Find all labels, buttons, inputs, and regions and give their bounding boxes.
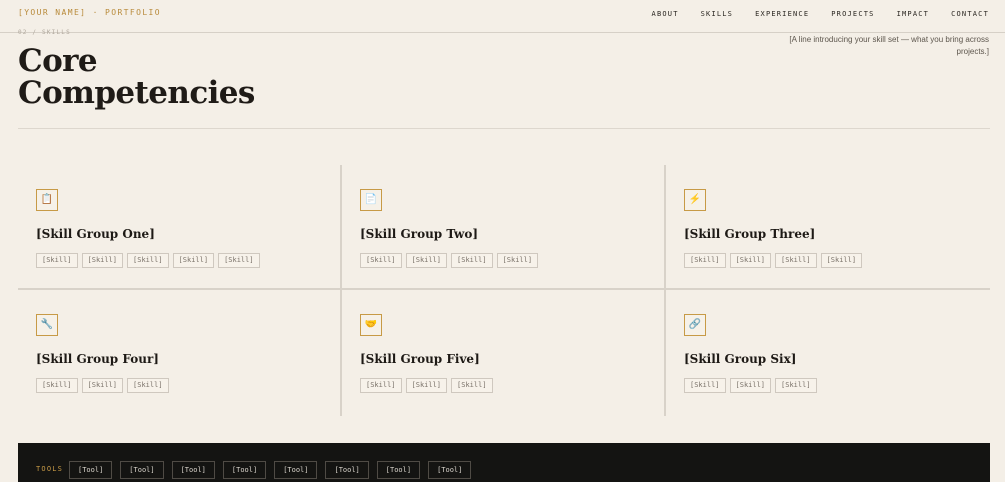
tool-chip: [Tool] [428, 461, 472, 479]
main-navigation: ABOUT SKILLS EXPERIENCE PROJECTS IMPACT … [652, 10, 989, 18]
skill-tag: [Skill] [775, 378, 817, 393]
skill-tag: [Skill] [36, 253, 78, 268]
skill-group-card: 🔧 [Skill Group Four] [Skill] [Skill] [Sk… [18, 290, 342, 416]
skill-group-title: [Skill Group Six] [684, 352, 797, 366]
skill-group-card: 📄 [Skill Group Two] [Skill] [Skill] [Ski… [342, 165, 666, 290]
skill-group-title: [Skill Group Five] [360, 352, 480, 366]
skill-tags: [Skill] [Skill] [Skill] [360, 378, 646, 393]
skill-tag: [Skill] [360, 378, 402, 393]
wrench-icon: 🔧 [36, 314, 58, 336]
page-title: Core Competencies [18, 45, 255, 109]
skill-tag: [Skill] [81, 253, 124, 268]
skill-tags: [Skill] [Skill] [Skill] [Skill] [360, 253, 646, 268]
clipboard-icon: 📋 [36, 189, 58, 211]
tool-chip: [Tool] [325, 461, 369, 479]
skill-tag: [Skill] [775, 253, 817, 268]
skill-tag: [Skill] [684, 378, 726, 393]
lightning-icon: ⚡ [684, 189, 706, 211]
section-breadcrumb: 02 / SKILLS [18, 29, 71, 36]
skill-tag: [Skill] [218, 253, 260, 268]
skill-tag: [Skill] [127, 378, 169, 393]
skill-tag: [Skill] [405, 253, 448, 268]
tool-chip: [Tool] [274, 461, 318, 479]
skill-tag: [Skill] [684, 253, 726, 268]
tool-chip: [Tool] [171, 461, 215, 479]
tool-chip: [Tool] [376, 461, 421, 479]
tools-list: [Tool] [Tool] [Tool] [Tool] [Tool] [Tool… [69, 461, 472, 479]
document-icon: 📄 [360, 189, 382, 211]
nav-impact-link[interactable]: IMPACT [897, 10, 930, 18]
section-intro: [A line introducing your skill set — wha… [789, 35, 989, 56]
link-icon: 🔗 [684, 314, 706, 336]
skill-group-card: 🔗 [Skill Group Six] [Skill] [Skill] [Ski… [666, 290, 990, 416]
skill-tag: [Skill] [405, 378, 448, 393]
skill-tag: [Skill] [172, 253, 215, 268]
skill-tags: [Skill] [Skill] [Skill] [36, 378, 322, 393]
skill-tag: [Skill] [360, 253, 402, 268]
skill-tags: [Skill] [Skill] [Skill] [Skill] [684, 253, 972, 268]
skill-group-title: [Skill Group Four] [36, 352, 159, 366]
top-navigation-bar: [YOUR NAME] · PORTFOLIO ABOUT SKILLS EXP… [0, 0, 1005, 33]
brand-logo[interactable]: [YOUR NAME] · PORTFOLIO [18, 8, 161, 17]
skill-group-card: ⚡ [Skill Group Three] [Skill] [Skill] [S… [666, 165, 990, 290]
skill-tag: [Skill] [127, 253, 169, 268]
skill-group-title: [Skill Group Two] [360, 227, 479, 241]
nav-projects-link[interactable]: PROJECTS [831, 10, 874, 18]
tool-chip: [Tool] [222, 461, 267, 479]
tools-label: TOOLS [36, 465, 64, 473]
handshake-icon: 🤝 [360, 314, 382, 336]
skill-tag: [Skill] [36, 378, 78, 393]
nav-about-link[interactable]: ABOUT [652, 10, 679, 18]
skill-tag: [Skill] [451, 378, 493, 393]
tool-chip: [Tool] [120, 461, 164, 479]
section-divider [18, 128, 990, 129]
skill-group-title: [Skill Group One] [36, 227, 155, 241]
skill-groups-grid: 📋 [Skill Group One] [Skill] [Skill] [Ski… [18, 165, 990, 416]
skill-tag: [Skill] [820, 253, 863, 268]
skill-group-card: 📋 [Skill Group One] [Skill] [Skill] [Ski… [18, 165, 342, 290]
tool-chip: [Tool] [69, 461, 113, 479]
nav-experience-link[interactable]: EXPERIENCE [755, 10, 809, 18]
skill-tag: [Skill] [81, 378, 124, 393]
skill-tags: [Skill] [Skill] [Skill] [Skill] [Skill] [36, 253, 322, 268]
skill-tag: [Skill] [451, 253, 493, 268]
skill-tag: [Skill] [496, 253, 539, 268]
skill-group-title: [Skill Group Three] [684, 227, 816, 241]
tools-strip: TOOLS [Tool] [Tool] [Tool] [Tool] [Tool]… [18, 443, 990, 482]
nav-skills-link[interactable]: SKILLS [701, 10, 734, 18]
page-title-line-2: Competencies [18, 75, 255, 111]
skill-tag: [Skill] [729, 378, 772, 393]
skill-tag: [Skill] [729, 253, 772, 268]
skill-group-card: 🤝 [Skill Group Five] [Skill] [Skill] [Sk… [342, 290, 666, 416]
skill-tags: [Skill] [Skill] [Skill] [684, 378, 972, 393]
nav-contact-link[interactable]: CONTACT [951, 10, 989, 18]
page-title-line-1: Core [18, 43, 98, 79]
